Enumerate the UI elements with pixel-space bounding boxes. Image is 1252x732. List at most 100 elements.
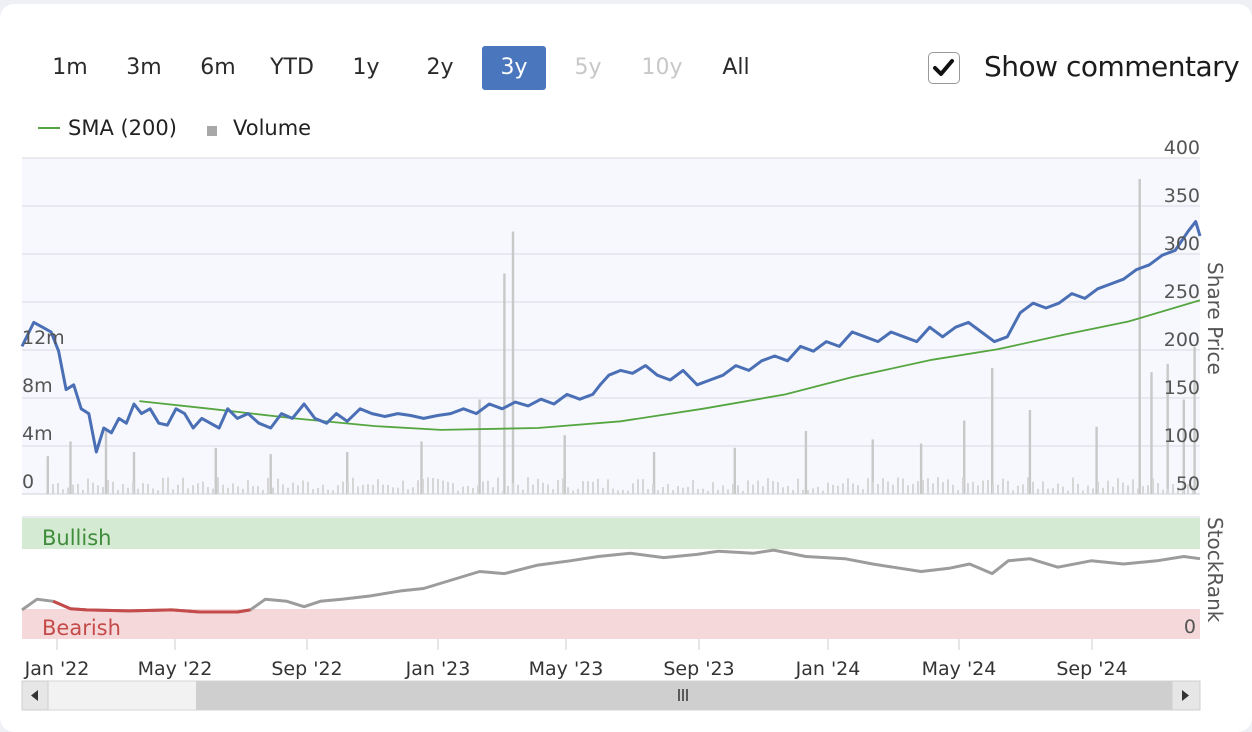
price-tick-label: 50 [1176,473,1200,495]
volume-bar [422,478,424,494]
volume-bar [432,478,434,494]
volume-bar [412,487,414,494]
volume-bar [1047,488,1049,494]
volume-bar [402,480,404,494]
volume-bar [187,488,189,494]
volume-bar [442,480,444,494]
volume-bar [372,484,374,494]
volume-bar [557,479,559,494]
volume-bar [477,485,479,494]
price-plot: 50 100 150 200 250 300 350 400 Share Price 0 4m 8m 1… [20,137,1227,495]
volume-bar [452,483,454,494]
volume-bar [122,484,124,494]
volume-bar [642,479,644,494]
volume-bar [1012,490,1014,494]
volume-bar [527,477,529,494]
legend-sma-label[interactable]: SMA (200) [68,116,177,140]
volume-tick-label: 12m [22,327,65,349]
volume-bar [1172,484,1174,494]
volume-bar [827,482,829,494]
volume-bar [757,480,759,494]
volume-bar [627,490,629,494]
navigator-scrollbar-thumb[interactable] [196,681,1172,710]
volume-bar [742,490,744,494]
volume-bar [437,478,439,494]
volume-bar [1167,488,1169,494]
volume-bar [362,484,364,494]
volume-bar [887,481,889,494]
volume-bar [112,481,114,494]
volume-bar [982,480,984,494]
volume-bar [152,488,154,494]
x-tick-label: Jan '22 [24,658,90,680]
volume-bar [1032,481,1034,494]
volume-tick-label: 8m [22,375,53,397]
volume-bar [927,478,929,494]
price-axis-title: Share Price [1203,262,1227,375]
volume-bar [991,368,994,494]
volume-bar [832,484,834,494]
volume-bar [312,489,314,494]
volume-bar [62,489,64,494]
volume-bar [1138,179,1141,494]
volume-bar [77,483,79,494]
volume-bar [912,484,914,494]
volume-bar [667,484,669,494]
navigator[interactable] [21,680,1201,711]
legend: SMA (200) Volume [38,116,311,140]
volume-bar [1022,484,1024,494]
volume-bar [307,481,309,494]
legend-volume-marker [207,126,217,136]
volume-bar [892,484,894,494]
volume-bar [522,489,524,494]
volume-bar [1157,483,1159,494]
volume-bar [807,490,809,494]
price-tick-label: 300 [1164,233,1200,255]
volume-bar [1072,477,1074,494]
volume-bar [837,485,839,494]
x-tick-label: Sep '23 [663,658,734,680]
bullish-label: Bullish [42,526,111,550]
volume-bar [417,480,419,494]
volume-bar [672,490,674,494]
volume-bar [67,487,69,494]
volume-bar [242,488,244,494]
volume-bar [1117,478,1119,494]
volume-bar [502,490,504,494]
volume-bar [392,487,394,494]
x-tick-label: Sep '24 [1056,658,1127,680]
volume-bar [622,489,624,494]
volume-bar [957,489,959,494]
volume-bar [357,486,359,494]
volume-bar [662,487,664,494]
volume-bar [867,478,869,494]
volume-bar [1132,479,1134,494]
volume-bar [137,488,139,494]
volume-bar [212,488,214,494]
volume-bar [907,485,909,494]
volume-bar [492,487,494,494]
stockrank-tick-label: 0 [1184,616,1196,638]
volume-bar [1017,485,1019,494]
volume-bar [542,482,544,494]
volume-bar [967,483,969,494]
volume-bar [177,484,179,494]
volume-bar [897,477,899,494]
volume-bar [1002,478,1004,494]
volume-bar [1137,488,1139,494]
volume-bar [567,487,569,494]
volume-bar [462,486,464,494]
volume-bar [777,482,779,494]
volume-bar [647,488,649,494]
volume-bar [997,484,999,494]
volume-bar [1097,481,1099,494]
volume-bar [282,484,284,494]
volume-bar [962,477,964,494]
legend-volume-label[interactable]: Volume [233,116,311,140]
volume-bar [1127,485,1129,494]
volume-bar [337,485,339,494]
volume-bar [1193,347,1196,494]
volume-bar [677,486,679,494]
volume-bar [347,481,349,494]
volume-bar [1027,477,1029,494]
